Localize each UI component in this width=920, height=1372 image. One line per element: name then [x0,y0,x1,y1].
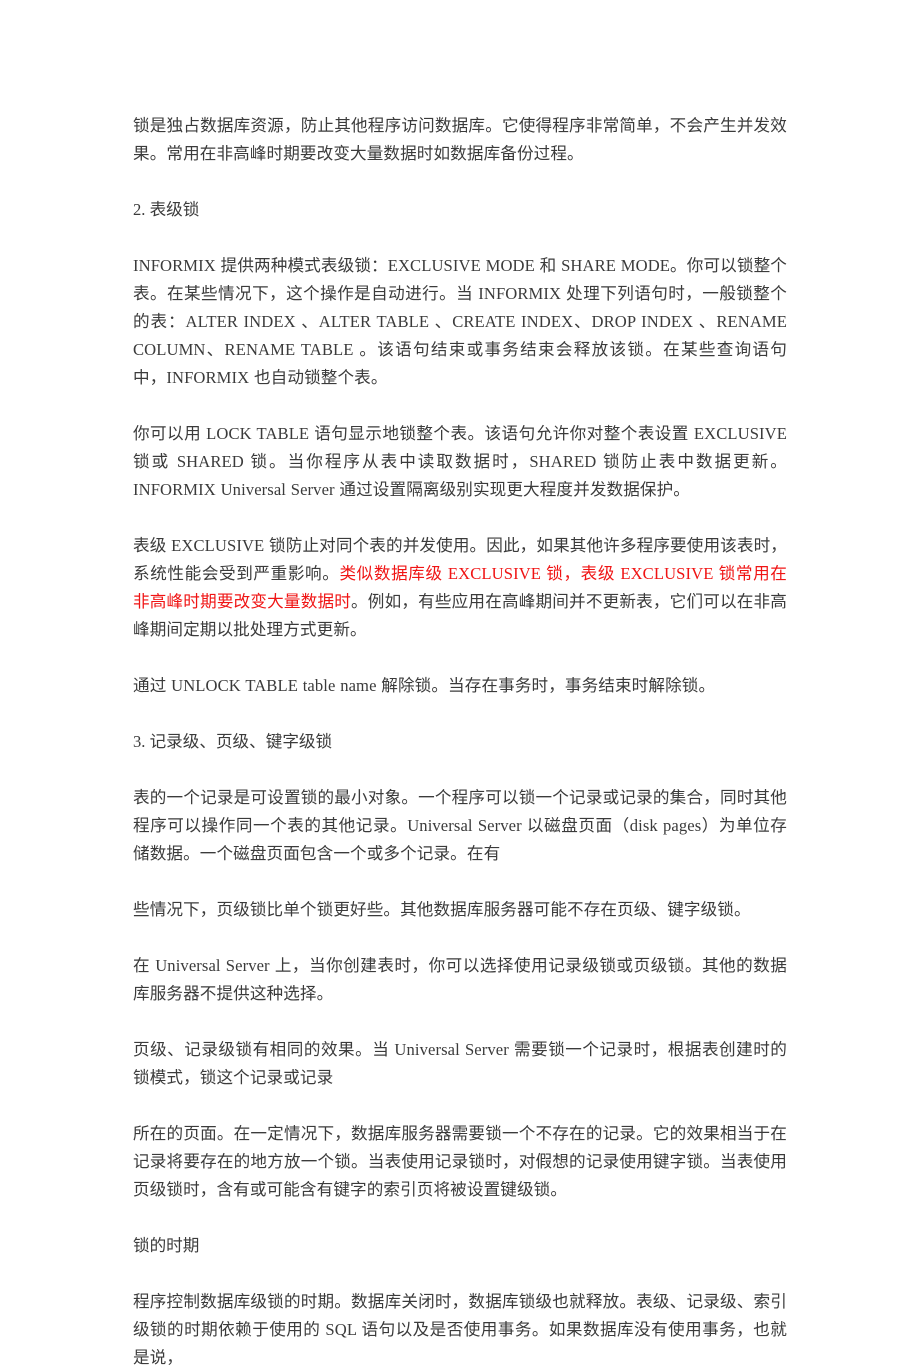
heading-table-level-lock: 2. 表级锁 [133,200,200,219]
document-body: 锁是独占数据库资源，防止其他程序访问数据库。它使得程序非常简单，不会产生并发效果… [133,112,787,1372]
paragraph-page-record-same-effect: 页级、记录级锁有相同的效果。当 Universal Server 需要锁一个记录… [133,1040,787,1087]
heading-lock-duration: 锁的时期 [133,1236,200,1255]
paragraph-exclusive-lock-highlight: 表级 EXCLUSIVE 锁防止对同个表的并发使用。因此，如果其他许多程序要使用… [133,532,787,644]
paragraph-lock-duration-body: 程序控制数据库级锁的时期。数据库关闭时，数据库锁级也就释放。表级、记录级、索引级… [133,1292,787,1367]
paragraph-unlock-table: 通过 UNLOCK TABLE table name 解除锁。当存在事务时，事务… [133,676,716,695]
paragraph-universal-server-choice: 在 Universal Server 上，当你创建表时，你可以选择使用记录级锁或… [133,956,787,1003]
paragraph-page-location: 所在的页面。在一定情况下，数据库服务器需要锁一个不存在的记录。它的效果相当于在记… [133,1124,787,1199]
paragraph-informix-modes: INFORMIX 提供两种模式表级锁：EXCLUSIVE MODE 和 SHAR… [133,256,787,387]
paragraph-lock-table-statement: 你可以用 LOCK TABLE 语句显示地锁整个表。该语句允许你对整个表设置 E… [133,424,787,499]
paragraph-record-smallest-object: 表的一个记录是可设置锁的最小对象。一个程序可以锁一个记录或记录的集合，同时其他程… [133,788,787,863]
heading-record-page-key-lock: 3. 记录级、页级、键字级锁 [133,732,333,751]
paragraph-intro: 锁是独占数据库资源，防止其他程序访问数据库。它使得程序非常简单，不会产生并发效果… [133,116,787,163]
paragraph-page-lock-better: 些情况下，页级锁比单个锁更好些。其他数据库服务器可能不存在页级、键字级锁。 [133,900,751,919]
document-page: 锁是独占数据库资源，防止其他程序访问数据库。它使得程序非常简单，不会产生并发效果… [0,0,920,1367]
